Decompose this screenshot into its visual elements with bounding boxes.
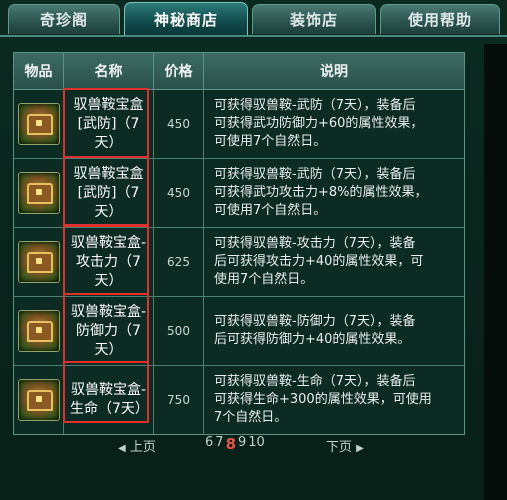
item-icon-cell — [14, 297, 64, 365]
triangle-left-icon: ◀ — [118, 443, 126, 454]
tab-mystery-shop[interactable]: 神秘商店 — [124, 2, 248, 36]
item-description: 可获得驭兽鞍-生命（7天），装备后 可获得生命+300的属性效果，可使用 7个自然日… — [214, 374, 432, 425]
item-icon-cell — [14, 228, 64, 296]
table-row[interactable]: 驭兽鞍宝盒- 防御力（7 天） 500 可获得驭兽鞍-防御力（7天），装备 后可获得防… — [14, 297, 464, 366]
tab-bar: 奇珍阁 神秘商店 装饰店 使用帮助 — [0, 0, 507, 37]
prev-page-button[interactable]: ◀ 上页 — [118, 436, 156, 455]
treasure-chest-icon[interactable] — [17, 379, 60, 421]
item-table: 物品 名称 价格 说明 驭兽鞍宝盒 [武防]（7 天） 450 可获得驭兽鞍-武防（… — [13, 52, 465, 435]
item-name: 驭兽鞍宝盒- 攻击力（7 天） — [64, 228, 154, 296]
page-link[interactable]: 7 — [215, 435, 223, 453]
shop-window: 奇珍阁 神秘商店 装饰店 使用帮助 物品 名称 价格 说明 驭兽鞍宝盒 [武防]（… — [0, 0, 507, 500]
page-numbers: 6 7 8 9 10 — [205, 435, 265, 453]
tab-treasure-pavilion[interactable]: 奇珍阁 — [8, 4, 120, 34]
item-price: 500 — [154, 297, 204, 365]
table-row[interactable]: 驭兽鞍宝盒 [武防]（7 天） 450 可获得驭兽鞍-武防（7天），装备后 可获得武功… — [14, 90, 464, 159]
item-price: 625 — [154, 228, 204, 296]
item-name: 驭兽鞍宝盒 [武防]（7 天） — [64, 90, 154, 158]
page-link[interactable]: 6 — [205, 435, 213, 453]
page-link[interactable]: 9 — [238, 435, 246, 453]
item-icon-cell — [14, 159, 64, 227]
tab-decoration-shop[interactable]: 装饰店 — [252, 4, 376, 34]
treasure-chest-icon[interactable] — [17, 241, 60, 283]
item-name: 驭兽鞍宝盒 [武防]（7 天） — [64, 159, 154, 227]
item-name: 驭兽鞍宝盒- 生命（7天） — [64, 366, 154, 434]
header-name: 名称 — [64, 53, 154, 89]
current-page: 8 — [225, 435, 236, 453]
triangle-right-icon: ▶ — [356, 443, 364, 454]
item-icon-cell — [14, 90, 64, 158]
next-page-button[interactable]: 下页 ▶ — [326, 436, 364, 455]
item-description: 可获得驭兽鞍-防御力（7天），装备 后可获得防御力+40的属性效果。 — [214, 314, 416, 347]
tab-help[interactable]: 使用帮助 — [380, 4, 500, 34]
header-price: 价格 — [154, 53, 204, 89]
page-link[interactable]: 10 — [248, 435, 265, 453]
item-icon-cell — [14, 366, 64, 434]
table-row[interactable]: 驭兽鞍宝盒- 生命（7天） 750 可获得驭兽鞍-生命（7天），装备后 可获得生命+… — [14, 366, 464, 434]
item-description: 可获得驭兽鞍-武防（7天），装备后 可获得武功攻击力+8%的属性效果， 可使用7个自… — [214, 167, 428, 218]
item-price: 450 — [154, 90, 204, 158]
item-price: 750 — [154, 366, 204, 434]
pagination: ◀ 上页 6 7 8 9 10 下页 ▶ — [0, 432, 507, 456]
header-item: 物品 — [14, 53, 64, 89]
item-description: 可获得驭兽鞍-武防（7天），装备后 可获得武功防御力+60的属性效果， 可使用7个自… — [214, 98, 424, 149]
tab-divider — [0, 35, 507, 37]
item-description: 可获得驭兽鞍-攻击力（7天），装备 后可获得攻击力+40的属性效果，可 使用7个自然… — [214, 236, 424, 287]
header-desc: 说明 — [320, 64, 348, 80]
table-row[interactable]: 驭兽鞍宝盒 [武防]（7 天） 450 可获得驭兽鞍-武防（7天），装备后 可获得武功… — [14, 159, 464, 228]
item-price: 450 — [154, 159, 204, 227]
table-header: 物品 名称 价格 说明 — [14, 53, 464, 90]
table-row[interactable]: 驭兽鞍宝盒- 攻击力（7 天） 625 可获得驭兽鞍-攻击力（7天），装备 后可获得攻… — [14, 228, 464, 297]
item-name: 驭兽鞍宝盒- 防御力（7 天） — [64, 297, 154, 365]
treasure-chest-icon[interactable] — [17, 310, 60, 352]
treasure-chest-icon[interactable] — [17, 103, 60, 145]
treasure-chest-icon[interactable] — [17, 172, 60, 214]
